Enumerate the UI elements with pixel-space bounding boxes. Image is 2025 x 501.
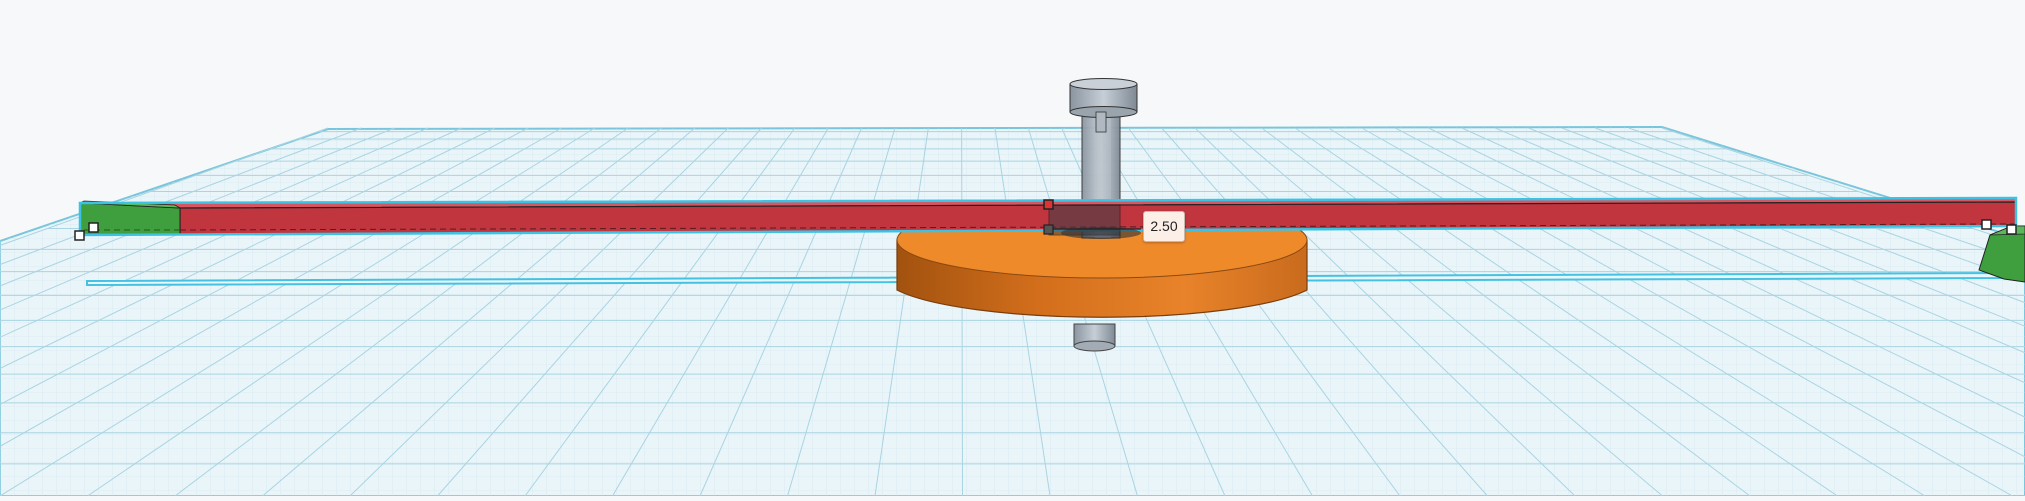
scene-canvas[interactable] <box>0 0 2025 497</box>
dimension-tooltip-value: 2.50 <box>1150 218 1178 234</box>
handle-left-top[interactable] <box>88 222 99 233</box>
axle-cap[interactable] <box>1069 78 1138 133</box>
handle-right-inner[interactable] <box>1981 219 1992 230</box>
handle-left-bottom[interactable] <box>74 230 85 241</box>
handle-height-top[interactable] <box>1043 199 1054 210</box>
3d-viewport[interactable]: 2.50 <box>0 0 2025 497</box>
axle-bottom[interactable] <box>1073 323 1116 352</box>
dimension-tooltip[interactable]: 2.50 <box>1143 211 1185 242</box>
handle-right-outer[interactable] <box>2006 224 2017 235</box>
handle-height-bottom[interactable] <box>1043 224 1054 235</box>
